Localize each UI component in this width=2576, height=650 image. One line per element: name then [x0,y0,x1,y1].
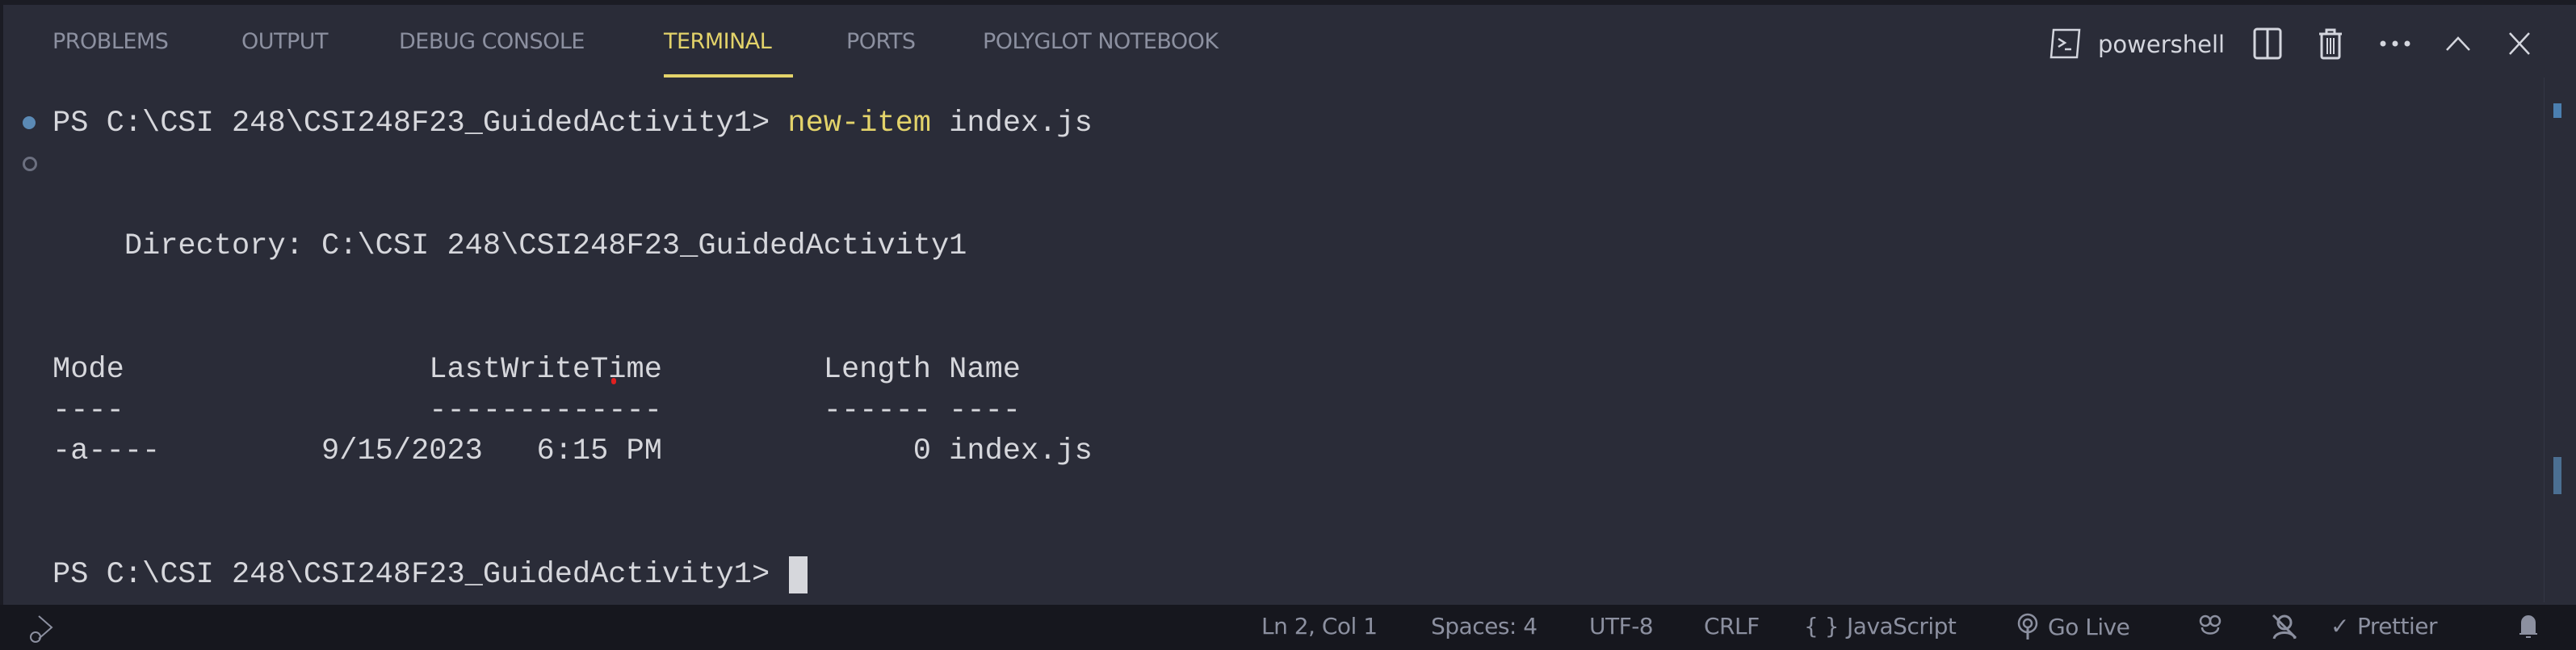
panel-top-border [0,0,2576,5]
tab-terminal[interactable]: TERMINAL [664,29,772,54]
notifications-bell-icon[interactable] [2518,613,2539,640]
status-go-live[interactable]: Go Live [2016,613,2130,640]
status-cursor-position[interactable]: Ln 2, Col 1 [1261,613,1378,640]
tab-output[interactable]: OUTPUT [241,29,329,54]
accounts-disabled-icon[interactable] [2271,613,2298,640]
terminal-command-line: PS C:\CSI 248\CSI248F23_GuidedActivity1>… [52,103,1093,145]
tab-polyglot-notebook[interactable]: POLYGLOT NOTEBOOK [983,29,1219,54]
split-terminal-icon[interactable] [2251,27,2284,60]
more-actions-icon[interactable] [2377,27,2413,60]
table-row: -a---- 9/15/2023 6:15 PM 0 index.js [52,434,1093,469]
double-check-icon: ✓ [2331,613,2349,640]
run-debug-icon[interactable] [27,613,57,645]
panel-left-border [0,0,3,605]
table-rule: ---- ------------- ------ ---- [52,393,1021,428]
command-empty-decoration-icon[interactable] [23,157,37,171]
scrollbar-track[interactable] [2544,78,2545,602]
tab-ports[interactable]: PORTS [846,29,916,54]
prettier-label: Prettier [2356,613,2438,640]
terminal-shell-icon[interactable] [2048,27,2083,60]
command-name: new-item [787,107,931,140]
scrollbar-marker[interactable] [2553,457,2561,494]
trash-icon[interactable] [2314,27,2347,60]
command-args: index.js [931,107,1093,140]
copilot-icon[interactable] [2198,613,2222,640]
table-header: Mode LastWriteTime Length Name [52,352,1021,387]
directory-line: Directory: C:\CSI 248\CSI248F23_GuidedAc… [52,229,967,264]
status-indentation[interactable]: Spaces: 4 [1431,613,1538,640]
prompt: PS C:\CSI 248\CSI248F23_GuidedActivity1> [52,557,788,592]
mouse-pointer-marker [611,378,616,384]
scrollbar-marker[interactable] [2553,103,2561,118]
language-label: JavaScript [1847,613,1957,640]
broadcast-icon [2017,613,2038,640]
terminal-cursor [789,556,808,593]
prompt: PS C:\CSI 248\CSI248F23_GuidedActivity1> [52,107,788,140]
status-prettier[interactable]: ✓ Prettier [2331,613,2437,640]
status-language[interactable]: { } JavaScript [1804,613,1957,640]
terminal-prompt-line: PS C:\CSI 248\CSI248F23_GuidedActivity1> [52,555,1093,596]
command-success-decoration-icon[interactable] [23,116,36,129]
terminal-shell-label[interactable]: powershell [2098,31,2225,58]
active-tab-indicator [664,74,793,78]
close-panel-icon[interactable] [2503,27,2536,60]
maximize-panel-chevron-icon[interactable] [2442,27,2474,60]
status-eol[interactable]: CRLF [1704,613,1760,640]
terminal-output[interactable]: PS C:\CSI 248\CSI248F23_GuidedActivity1>… [52,103,1093,596]
braces-icon: { } [1804,613,1840,640]
status-encoding[interactable]: UTF-8 [1589,613,1654,640]
tab-problems[interactable]: PROBLEMS [52,29,169,54]
tab-debug-console[interactable]: DEBUG CONSOLE [399,29,585,54]
go-live-label: Go Live [2048,613,2130,640]
